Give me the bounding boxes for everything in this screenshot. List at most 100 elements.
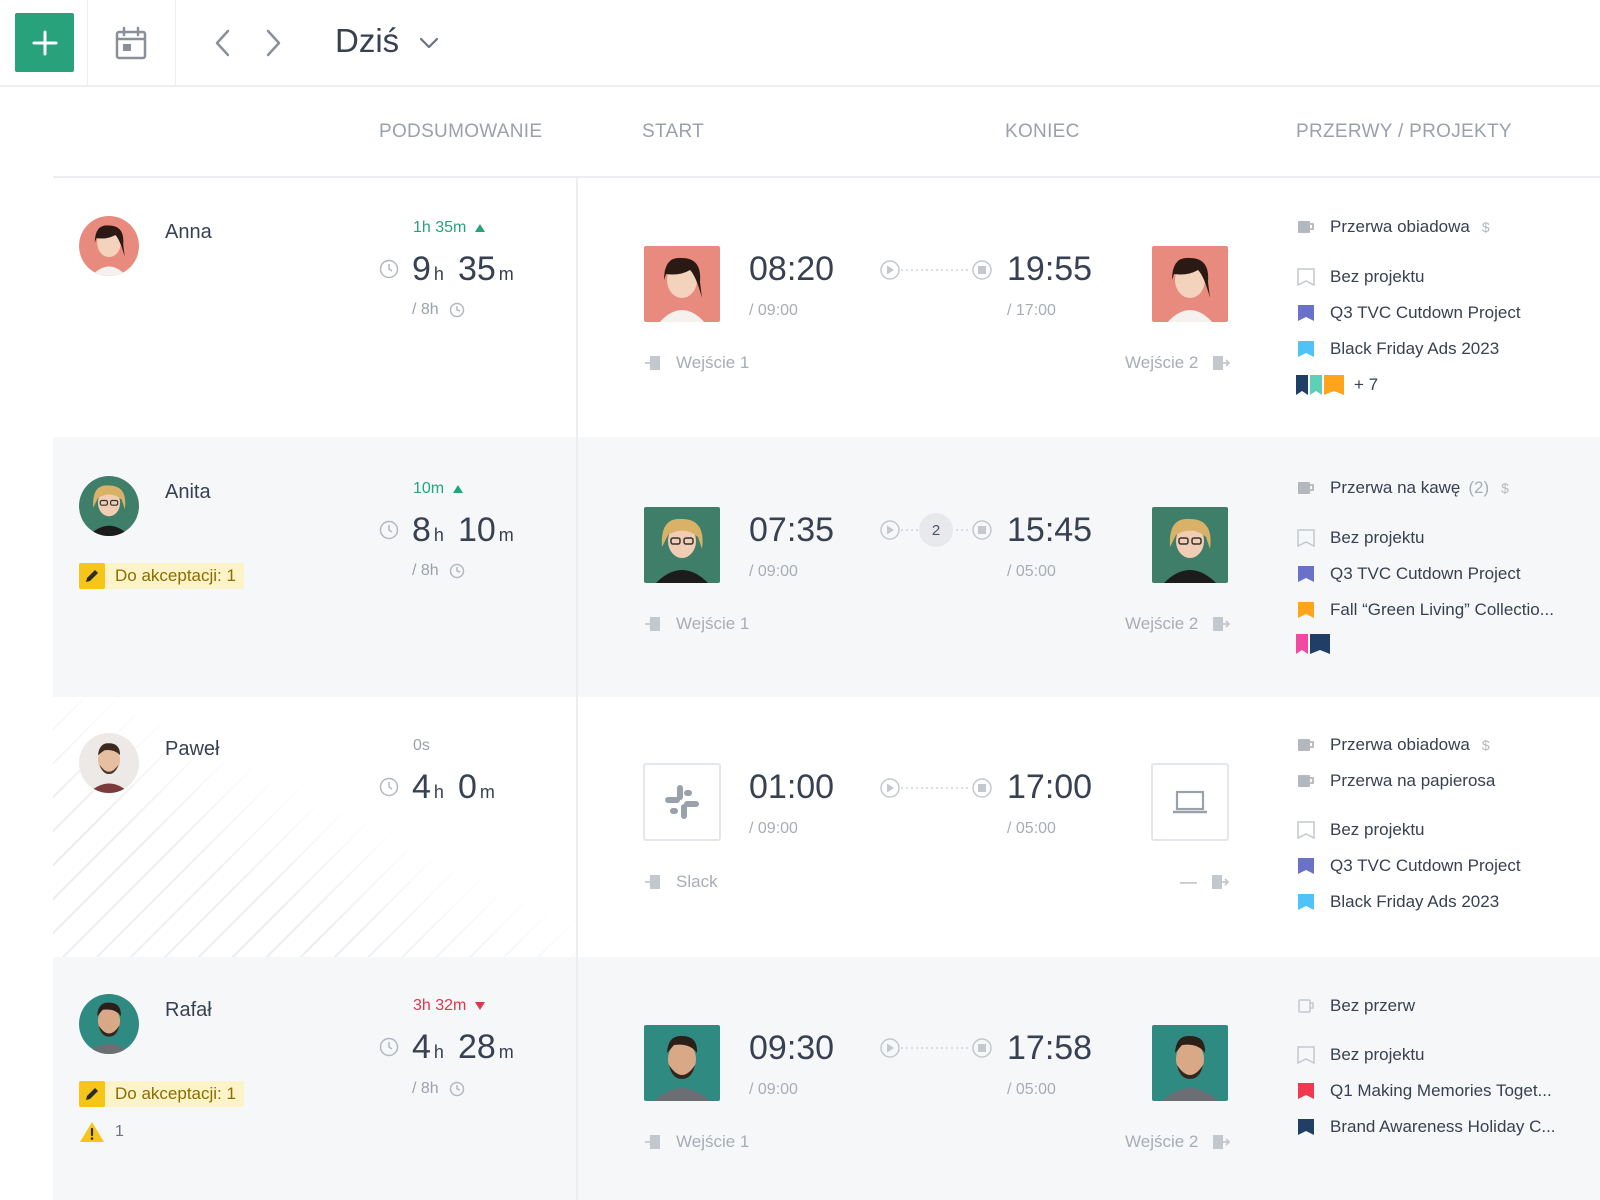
chevron-left-icon[interactable] (208, 26, 238, 60)
employee-name[interactable]: Paweł (165, 738, 219, 761)
triangle-up-icon (475, 224, 486, 232)
pending-approval-badge[interactable]: Do akceptacji: 1 (79, 563, 244, 589)
project-item[interactable]: Black Friday Ads 2023 (1296, 339, 1499, 359)
start-expected: / 09:00 (749, 820, 798, 837)
employee-name[interactable]: Anita (165, 481, 211, 504)
break-item[interactable]: Przerwa na papierosa (1296, 771, 1495, 791)
break-count-bubble[interactable]: 2 (919, 513, 953, 547)
time-difference-value: 3h 32m (413, 997, 467, 1014)
avatar[interactable] (79, 994, 139, 1054)
project-item[interactable]: Bez projektu (1296, 1045, 1425, 1065)
warning-indicator[interactable]: 1 (79, 1121, 124, 1143)
bookmark-icon (1298, 1083, 1314, 1099)
more-projects-count: + 7 (1354, 375, 1379, 394)
end-expected: / 05:00 (1007, 1081, 1056, 1098)
date-selector[interactable]: Dziś (335, 22, 399, 60)
add-entry-button[interactable] (15, 13, 74, 72)
table-row[interactable] (53, 957, 1600, 1200)
coffee-cup-icon (1298, 739, 1314, 751)
project-item[interactable]: Q3 TVC Cutdown Project (1296, 303, 1521, 323)
clock-in-photo[interactable] (644, 1025, 720, 1101)
door-exit-icon (1213, 617, 1231, 631)
door-enter-icon (645, 1135, 660, 1149)
worked-total: 4h 28 m (412, 1028, 514, 1066)
break-item[interactable]: Przerwa obiadowa $ (1296, 217, 1490, 237)
clock-out-photo[interactable] (1152, 1025, 1228, 1101)
slack-icon (665, 785, 699, 819)
coffee-cup-icon (1298, 775, 1314, 787)
coffee-cup-icon (1298, 482, 1314, 494)
clock-icon (379, 259, 399, 279)
door-exit-icon (1212, 875, 1229, 889)
employee-name[interactable]: Anna (165, 221, 212, 244)
clock-in-photo[interactable] (644, 507, 720, 583)
time-difference-value: 1h 35m (413, 219, 467, 236)
project-item[interactable]: Bez projektu (1296, 267, 1425, 287)
project-item[interactable]: Fall “Green Living” Collectio... (1296, 600, 1554, 620)
clock-in-source-icon[interactable] (643, 763, 721, 841)
start-time[interactable]: 01:00 (749, 768, 834, 807)
laptop-icon (1173, 790, 1207, 814)
bookmark-outline-icon (1297, 529, 1315, 548)
avatar[interactable] (79, 733, 139, 793)
time-difference: 10m (413, 480, 464, 498)
time-connector (880, 1038, 992, 1058)
chevron-down-icon[interactable] (418, 32, 440, 54)
chevron-right-icon[interactable] (258, 26, 288, 60)
project-item[interactable]: Bez projektu (1296, 820, 1425, 840)
bookmark-icon (1296, 375, 1308, 395)
clock-icon (449, 1081, 464, 1097)
end-time[interactable]: 19:55 (1007, 250, 1092, 289)
avatar[interactable] (79, 476, 139, 536)
project-item[interactable]: Q1 Making Memories Toget... (1296, 1081, 1552, 1101)
start-time[interactable]: 09:30 (749, 1029, 834, 1068)
project-item[interactable]: Black Friday Ads 2023 (1296, 892, 1499, 912)
door-enter-icon (645, 875, 660, 889)
start-time[interactable]: 08:20 (749, 250, 834, 289)
column-header-start: START (642, 121, 705, 142)
door-enter-icon (645, 617, 660, 631)
clock-in-source: Wejście 1 (644, 614, 749, 634)
more-projects[interactable]: + 7 (1296, 375, 1378, 395)
employee-name[interactable]: Rafał (165, 999, 212, 1022)
clock-out-photo[interactable] (1152, 507, 1228, 583)
start-expected: / 09:00 (749, 302, 798, 319)
pending-approval-badge[interactable]: Do akceptacji: 1 (79, 1081, 244, 1107)
clock-icon (449, 302, 464, 318)
triangle-up-icon (453, 485, 464, 493)
time-difference: 0s (413, 737, 430, 755)
end-time[interactable]: 15:45 (1007, 511, 1092, 550)
break-item[interactable]: Bez przerw (1296, 996, 1415, 1016)
bookmark-icon (1298, 341, 1314, 357)
bookmark-icon (1298, 602, 1314, 618)
clock-icon (379, 777, 399, 797)
toolbar: Dziś (0, 0, 1600, 87)
time-difference: 3h 32m (413, 997, 486, 1015)
door-exit-icon (1213, 1135, 1231, 1149)
triangle-down-icon (475, 1002, 486, 1010)
clock-out-photo[interactable] (1152, 246, 1228, 322)
clock-out-source-icon[interactable] (1151, 763, 1229, 841)
break-item[interactable]: Przerwa na kawę (2) $ (1296, 478, 1509, 498)
more-projects[interactable] (1296, 634, 1332, 654)
start-time[interactable]: 07:35 (749, 511, 834, 550)
clock-in-source: Slack (644, 872, 718, 892)
end-time[interactable]: 17:58 (1007, 1029, 1092, 1068)
project-item[interactable]: Q3 TVC Cutdown Project (1296, 564, 1521, 584)
clock-in-photo[interactable] (644, 246, 720, 322)
project-item[interactable]: Q3 TVC Cutdown Project (1296, 856, 1521, 876)
avatar[interactable] (79, 216, 139, 276)
bookmark-icon (1296, 634, 1308, 654)
target-hours: / 8h (412, 301, 465, 319)
project-item[interactable]: Brand Awareness Holiday C... (1296, 1117, 1556, 1137)
project-item[interactable]: Bez projektu (1296, 528, 1425, 548)
toolbar-divider (175, 0, 176, 86)
start-expected: / 09:00 (749, 563, 798, 580)
break-item[interactable]: Przerwa obiadowa $ (1296, 735, 1490, 755)
toolbar-divider (87, 0, 88, 86)
calendar-icon[interactable] (114, 26, 148, 60)
pencil-icon (79, 1081, 105, 1107)
bookmark-icon (1298, 858, 1314, 874)
end-time[interactable]: 17:00 (1007, 768, 1092, 807)
bookmark-icon (1310, 375, 1322, 395)
